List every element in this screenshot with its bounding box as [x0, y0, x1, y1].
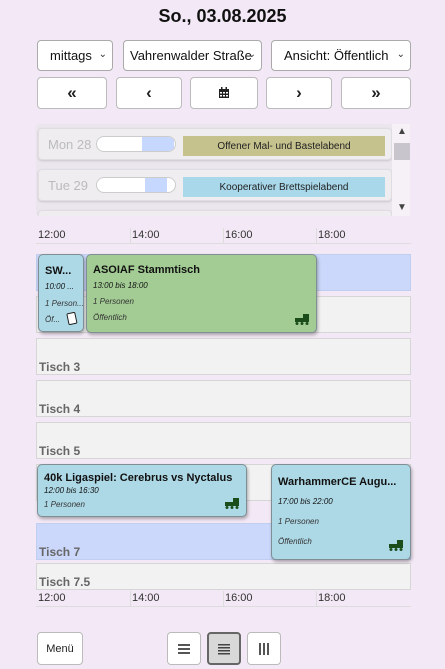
- table-row[interactable]: Tisch 7.5: [36, 563, 411, 590]
- event-visibility: Öffentlich: [93, 313, 127, 322]
- double-chevron-right-icon: »: [371, 83, 381, 102]
- card-icon: [66, 312, 78, 326]
- week-event[interactable]: Offener Mal- und Bastelabend: [183, 136, 385, 156]
- table-label: Tisch 7: [39, 545, 81, 559]
- view-select-value: Ansicht: Öffentlich: [284, 48, 389, 63]
- event-persons: 1 Personen: [93, 297, 134, 306]
- event-time: 13:00 bis 18:00: [93, 281, 148, 290]
- event-title: WarhammerCE Augu...: [278, 476, 397, 488]
- week-day-label: Tue 29: [48, 178, 88, 193]
- table-label: Tisch 3: [39, 360, 81, 374]
- chevron-left-icon: ‹: [146, 83, 152, 102]
- hour-label: 14:00: [132, 592, 160, 604]
- week-list-item[interactable]: Mon 28 Offener Mal- und Bastelabend: [38, 128, 392, 160]
- view-select[interactable]: Ansicht: Öffentlich ⌄: [271, 40, 411, 71]
- event-visibility: Öf...: [45, 315, 61, 324]
- menu-label: Menü: [46, 642, 74, 655]
- chevron-down-icon: ⌄: [98, 49, 107, 60]
- chevron-down-icon: ⌄: [247, 49, 256, 60]
- table-row[interactable]: Tisch 5: [36, 422, 411, 459]
- compact-view-button[interactable]: [207, 632, 241, 665]
- event-visibility: Öffentlich: [278, 537, 312, 546]
- chevron-down-icon: ⌄: [396, 49, 405, 60]
- truck-icon: [389, 540, 403, 551]
- occupancy-bar: [96, 136, 176, 152]
- location-select[interactable]: Vahrenwalder Straße ⌄: [123, 40, 262, 71]
- hour-label: 12:00: [38, 592, 66, 604]
- columns-view-button[interactable]: [247, 632, 281, 665]
- time-select[interactable]: mittags ⌄: [37, 40, 113, 71]
- next-week-button[interactable]: »: [341, 77, 411, 109]
- time-axis-bottom: 12:00 14:00 16:00 18:00: [36, 591, 411, 607]
- time-axis-top: 12:00 14:00 16:00 18:00: [36, 228, 411, 244]
- page-title: So., 03.08.2025: [158, 6, 287, 26]
- prev-day-button[interactable]: ‹: [116, 77, 182, 109]
- truck-icon: [295, 314, 309, 325]
- columns-view-icon: [259, 642, 269, 655]
- event-persons: 1 Personen: [44, 500, 85, 509]
- location-select-value: Vahrenwalder Straße: [130, 48, 252, 63]
- hour-label: 18:00: [318, 592, 346, 604]
- list-view-icon: [178, 643, 190, 654]
- prev-week-button[interactable]: «: [37, 77, 107, 109]
- calendar-icon: [219, 87, 229, 98]
- list-view-button[interactable]: [167, 632, 201, 665]
- scroll-up-icon[interactable]: ▲: [397, 126, 407, 137]
- table-label: Tisch 4: [39, 402, 81, 416]
- event-card-asoiaf[interactable]: ASOIAF Stammtisch 13:00 bis 18:00 1 Pers…: [86, 254, 317, 333]
- event-title: 40k Ligaspiel: Cerebrus vs Nyctalus: [44, 472, 233, 484]
- hour-label: 18:00: [318, 229, 346, 241]
- table-label: Tisch 7.5: [39, 575, 91, 589]
- menu-button[interactable]: Menü: [37, 632, 83, 665]
- occupancy-bar: [96, 177, 176, 193]
- double-chevron-left-icon: «: [67, 83, 77, 102]
- event-time: 17:00 bis 22:00: [278, 497, 333, 506]
- hour-label: 12:00: [38, 229, 66, 241]
- chevron-right-icon: ›: [296, 83, 302, 102]
- truck-icon: [225, 498, 239, 509]
- table-row[interactable]: Tisch 4: [36, 380, 411, 417]
- compact-view-icon: [218, 643, 230, 654]
- week-list-scrollbar[interactable]: ▲ ▼: [392, 124, 410, 216]
- week-event[interactable]: Kooperativer Brettspielabend: [183, 177, 385, 197]
- scrollbar-thumb[interactable]: [394, 143, 410, 160]
- table-label: Tisch 5: [39, 444, 81, 458]
- event-time: 10:00 ...: [45, 282, 74, 291]
- time-select-value: mittags: [50, 48, 92, 63]
- week-list-item[interactable]: [38, 210, 392, 216]
- hour-label: 16:00: [225, 229, 253, 241]
- hour-label: 16:00: [225, 592, 253, 604]
- event-title: ASOIAF Stammtisch: [93, 264, 200, 276]
- event-card-ligaspiel[interactable]: 40k Ligaspiel: Cerebrus vs Nyctalus 12:0…: [37, 464, 247, 517]
- week-day-label: Mon 28: [48, 137, 92, 152]
- event-time: 12:00 bis 16:30: [44, 486, 99, 495]
- event-persons: 1 Personen: [278, 517, 319, 526]
- event-persons: 1 Person...: [45, 299, 84, 308]
- next-day-button[interactable]: ›: [266, 77, 332, 109]
- event-card-warhammer[interactable]: WarhammerCE Augu... 17:00 bis 22:00 1 Pe…: [271, 464, 411, 560]
- event-title: SW...: [45, 265, 72, 277]
- table-row[interactable]: Tisch 3: [36, 338, 411, 375]
- event-card-sw[interactable]: SW... 10:00 ... 1 Person... Öf...: [38, 254, 84, 332]
- week-list-item[interactable]: Tue 29 Kooperativer Brettspielabend: [38, 169, 392, 201]
- hour-label: 14:00: [132, 229, 160, 241]
- scroll-down-icon[interactable]: ▼: [397, 202, 407, 213]
- week-list[interactable]: Mon 28 Offener Mal- und Bastelabend Tue …: [36, 124, 410, 216]
- today-button[interactable]: [190, 77, 258, 109]
